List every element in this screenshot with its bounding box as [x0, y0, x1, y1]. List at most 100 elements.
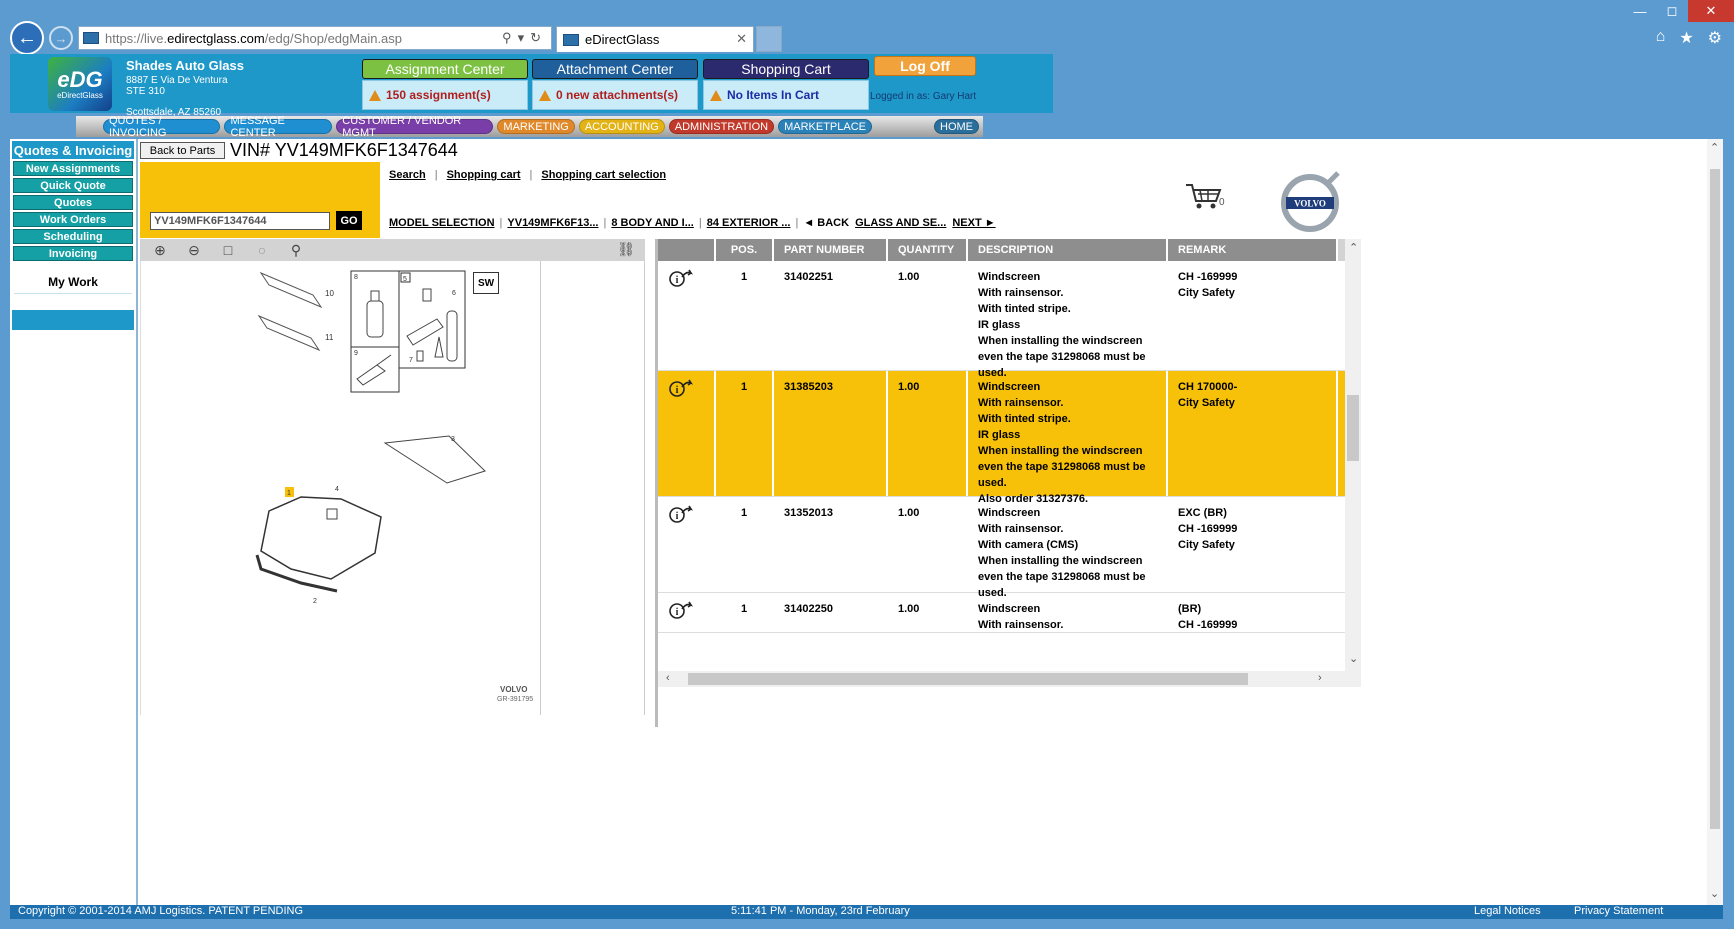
scroll-left-icon[interactable]: ‹ [666, 672, 670, 684]
nav-customer-vendor-mgmt[interactable]: CUSTOMER / VENDOR MGMT [336, 115, 494, 139]
car-icon[interactable]: ⛓ [617, 241, 635, 258]
page-scroll-thumb[interactable] [1710, 169, 1720, 829]
zoom-in-icon[interactable]: ⊕ [150, 241, 170, 259]
table-row[interactable]: i 1 31402250 1.00 Windscreen With rainsensor… [658, 593, 1345, 633]
nav-home[interactable]: HOME [934, 119, 979, 134]
header-part-number[interactable]: PART NUMBER [774, 239, 888, 261]
search-link[interactable]: Search [389, 169, 426, 181]
nav-accounting[interactable]: ACCOUNTING [578, 119, 665, 134]
zoom-out-icon[interactable]: ⊖ [184, 241, 204, 259]
zoom-100-icon[interactable]: ○ [252, 241, 272, 259]
footer-datetime: 5:11:41 PM - Monday, 23rd February [731, 905, 910, 917]
go-button[interactable]: GO [336, 211, 362, 230]
scroll-up-icon[interactable]: ⌃ [1349, 241, 1358, 254]
info-link-icon[interactable]: i [668, 379, 694, 399]
attachment-status[interactable]: 0 new attachments(s) [532, 80, 698, 110]
minimize-icon[interactable]: — [1624, 0, 1656, 22]
back-to-parts-button[interactable]: Back to Parts [140, 142, 225, 159]
scroll-down-icon[interactable]: ⌄ [1349, 652, 1358, 665]
my-work-heading[interactable]: My Work [14, 275, 132, 294]
table-body: i 1 31402251 1.00 Windscreen With rainsensor… [658, 261, 1345, 671]
info-link-icon[interactable]: i [668, 505, 694, 525]
app-header: eDG eDirectGlass Shades Auto Glass 8887 … [10, 54, 1053, 118]
nav-quotes-invoicing[interactable]: QUOTES / INVOICING [103, 115, 221, 139]
crumb-exterior[interactable]: 84 EXTERIOR ... [707, 217, 791, 229]
page-scroll-up-icon[interactable]: ⌃ [1710, 141, 1719, 154]
vin-input[interactable] [150, 212, 330, 230]
attachment-center-button[interactable]: Attachment Center [532, 59, 698, 79]
home-icon[interactable]: ⌂ [1656, 28, 1666, 48]
sidebar-item-quick-quote[interactable]: Quick Quote [13, 178, 133, 193]
header-quantity[interactable]: QUANTITY [888, 239, 968, 261]
back-arrow-icon[interactable]: ← [10, 21, 44, 55]
next-link[interactable]: NEXT ► [952, 217, 995, 229]
table-row[interactable]: i 1 31385203 1.00 Windscreen With rainsensor… [658, 371, 1345, 505]
table-header: POS. PART NUMBER QUANTITY DESCRIPTION RE… [658, 239, 1358, 261]
info-link-icon[interactable]: i [668, 601, 694, 621]
page-content: Quotes & Invoicing New Assignments Quick … [10, 139, 1723, 905]
table-row[interactable]: i 1 31402251 1.00 Windscreen With rainsensor… [658, 261, 1345, 379]
quantity-cell: 1.00 [888, 497, 968, 592]
scroll-thumb[interactable] [1347, 395, 1359, 461]
part-number-cell: 31402250 [774, 593, 888, 632]
header-description[interactable]: DESCRIPTION [968, 239, 1168, 261]
sw-badge[interactable]: SW [473, 272, 499, 294]
header-pos[interactable]: POS. [716, 239, 774, 261]
crumb-glass[interactable]: GLASS AND SE... [855, 217, 946, 229]
sidebar-item-work-orders[interactable]: Work Orders [13, 212, 133, 227]
copyright: Copyright © 2001-2014 AMJ Logistics. PAT… [18, 905, 304, 917]
info-link-icon[interactable]: i [668, 269, 694, 289]
nav-marketing[interactable]: MARKETING [497, 119, 575, 134]
sidebar-item-quotes[interactable]: Quotes [13, 195, 133, 210]
privacy-statement-link[interactable]: Privacy Statement [1574, 905, 1663, 917]
legal-notices-link[interactable]: Legal Notices [1474, 905, 1541, 917]
crumb-body[interactable]: 8 BODY AND I... [611, 217, 694, 229]
header-remark[interactable]: REMARK [1168, 239, 1338, 261]
forward-arrow-icon[interactable]: → [49, 26, 73, 50]
scroll-right-icon[interactable]: › [1318, 672, 1322, 684]
sidebar-item-new-assignments[interactable]: New Assignments [13, 161, 133, 176]
page-vertical-scrollbar[interactable]: ⌃ ⌄ [1707, 139, 1723, 905]
zoom-fit-icon[interactable]: □ [218, 241, 238, 259]
shopping-cart-link[interactable]: Shopping cart [447, 169, 521, 181]
crumb-model-selection[interactable]: MODEL SELECTION [389, 217, 495, 229]
back-link[interactable]: ◄ BACK [803, 217, 849, 229]
cart-status[interactable]: No Items In Cart [703, 80, 869, 110]
crumb-vin[interactable]: YV149MFK6F13... [507, 217, 598, 229]
assignment-status[interactable]: 150 assignment(s) [362, 80, 528, 110]
sidebar-title: Quotes & Invoicing [12, 141, 134, 159]
nav-message-center[interactable]: MESSAGE CENTER [224, 115, 333, 139]
sidebar-item-invoicing[interactable]: Invoicing [13, 246, 133, 261]
address-bar[interactable]: https://live.edirectglass.com/edg/Shop/e… [78, 26, 552, 50]
shopping-cart-button[interactable]: Shopping Cart [703, 59, 869, 79]
favorites-star-icon[interactable]: ★ [1679, 28, 1693, 48]
table-row[interactable]: i 1 31352013 1.00 Windscreen With rainsensor… [658, 497, 1345, 599]
sidebar-item-scheduling[interactable]: Scheduling [13, 229, 133, 244]
table-vertical-scrollbar[interactable]: ⌃ ⌄ [1345, 239, 1361, 671]
windscreen-diagram: 10 11 8 5 6 9 7 3 4 1 2 [255, 270, 486, 605]
part-number-cell: 31385203 [774, 371, 888, 496]
page-scroll-down-icon[interactable]: ⌄ [1710, 887, 1719, 900]
log-off-button[interactable]: Log Off [874, 56, 976, 76]
close-window-icon[interactable]: ✕ [1688, 0, 1734, 22]
shopping-cart-selection-link[interactable]: Shopping cart selection [541, 169, 666, 181]
nav-marketplace[interactable]: MARKETPLACE [778, 119, 872, 134]
assignment-center-button[interactable]: Assignment Center [362, 59, 528, 79]
address-actions[interactable]: ⚲▾↻ [502, 30, 547, 46]
shopping-cart-center: Shopping Cart No Items In Cart [703, 59, 869, 111]
svg-text:i: i [676, 511, 679, 522]
table-horizontal-scrollbar[interactable]: ‹ › [658, 671, 1361, 687]
hscroll-thumb[interactable] [688, 673, 1248, 685]
remark-cell: (BR) CH -169999 [1168, 593, 1338, 632]
settings-gear-icon[interactable]: ⚙ [1708, 28, 1722, 48]
remark-cell: EXC (BR) CH -169999 City Safety [1168, 497, 1338, 592]
tab-close-icon[interactable]: ✕ [736, 31, 747, 47]
warning-icon [369, 89, 381, 101]
warning-icon [539, 89, 551, 101]
browser-tab[interactable]: eDirectGlass ✕ [556, 26, 754, 52]
nav-administration[interactable]: ADMINISTRATION [668, 119, 775, 134]
svg-text:i: i [676, 607, 679, 618]
new-tab-button[interactable] [756, 26, 782, 52]
magnifier-icon[interactable]: ⚲ [286, 241, 306, 259]
maximize-icon[interactable]: ◻ [1656, 0, 1688, 22]
